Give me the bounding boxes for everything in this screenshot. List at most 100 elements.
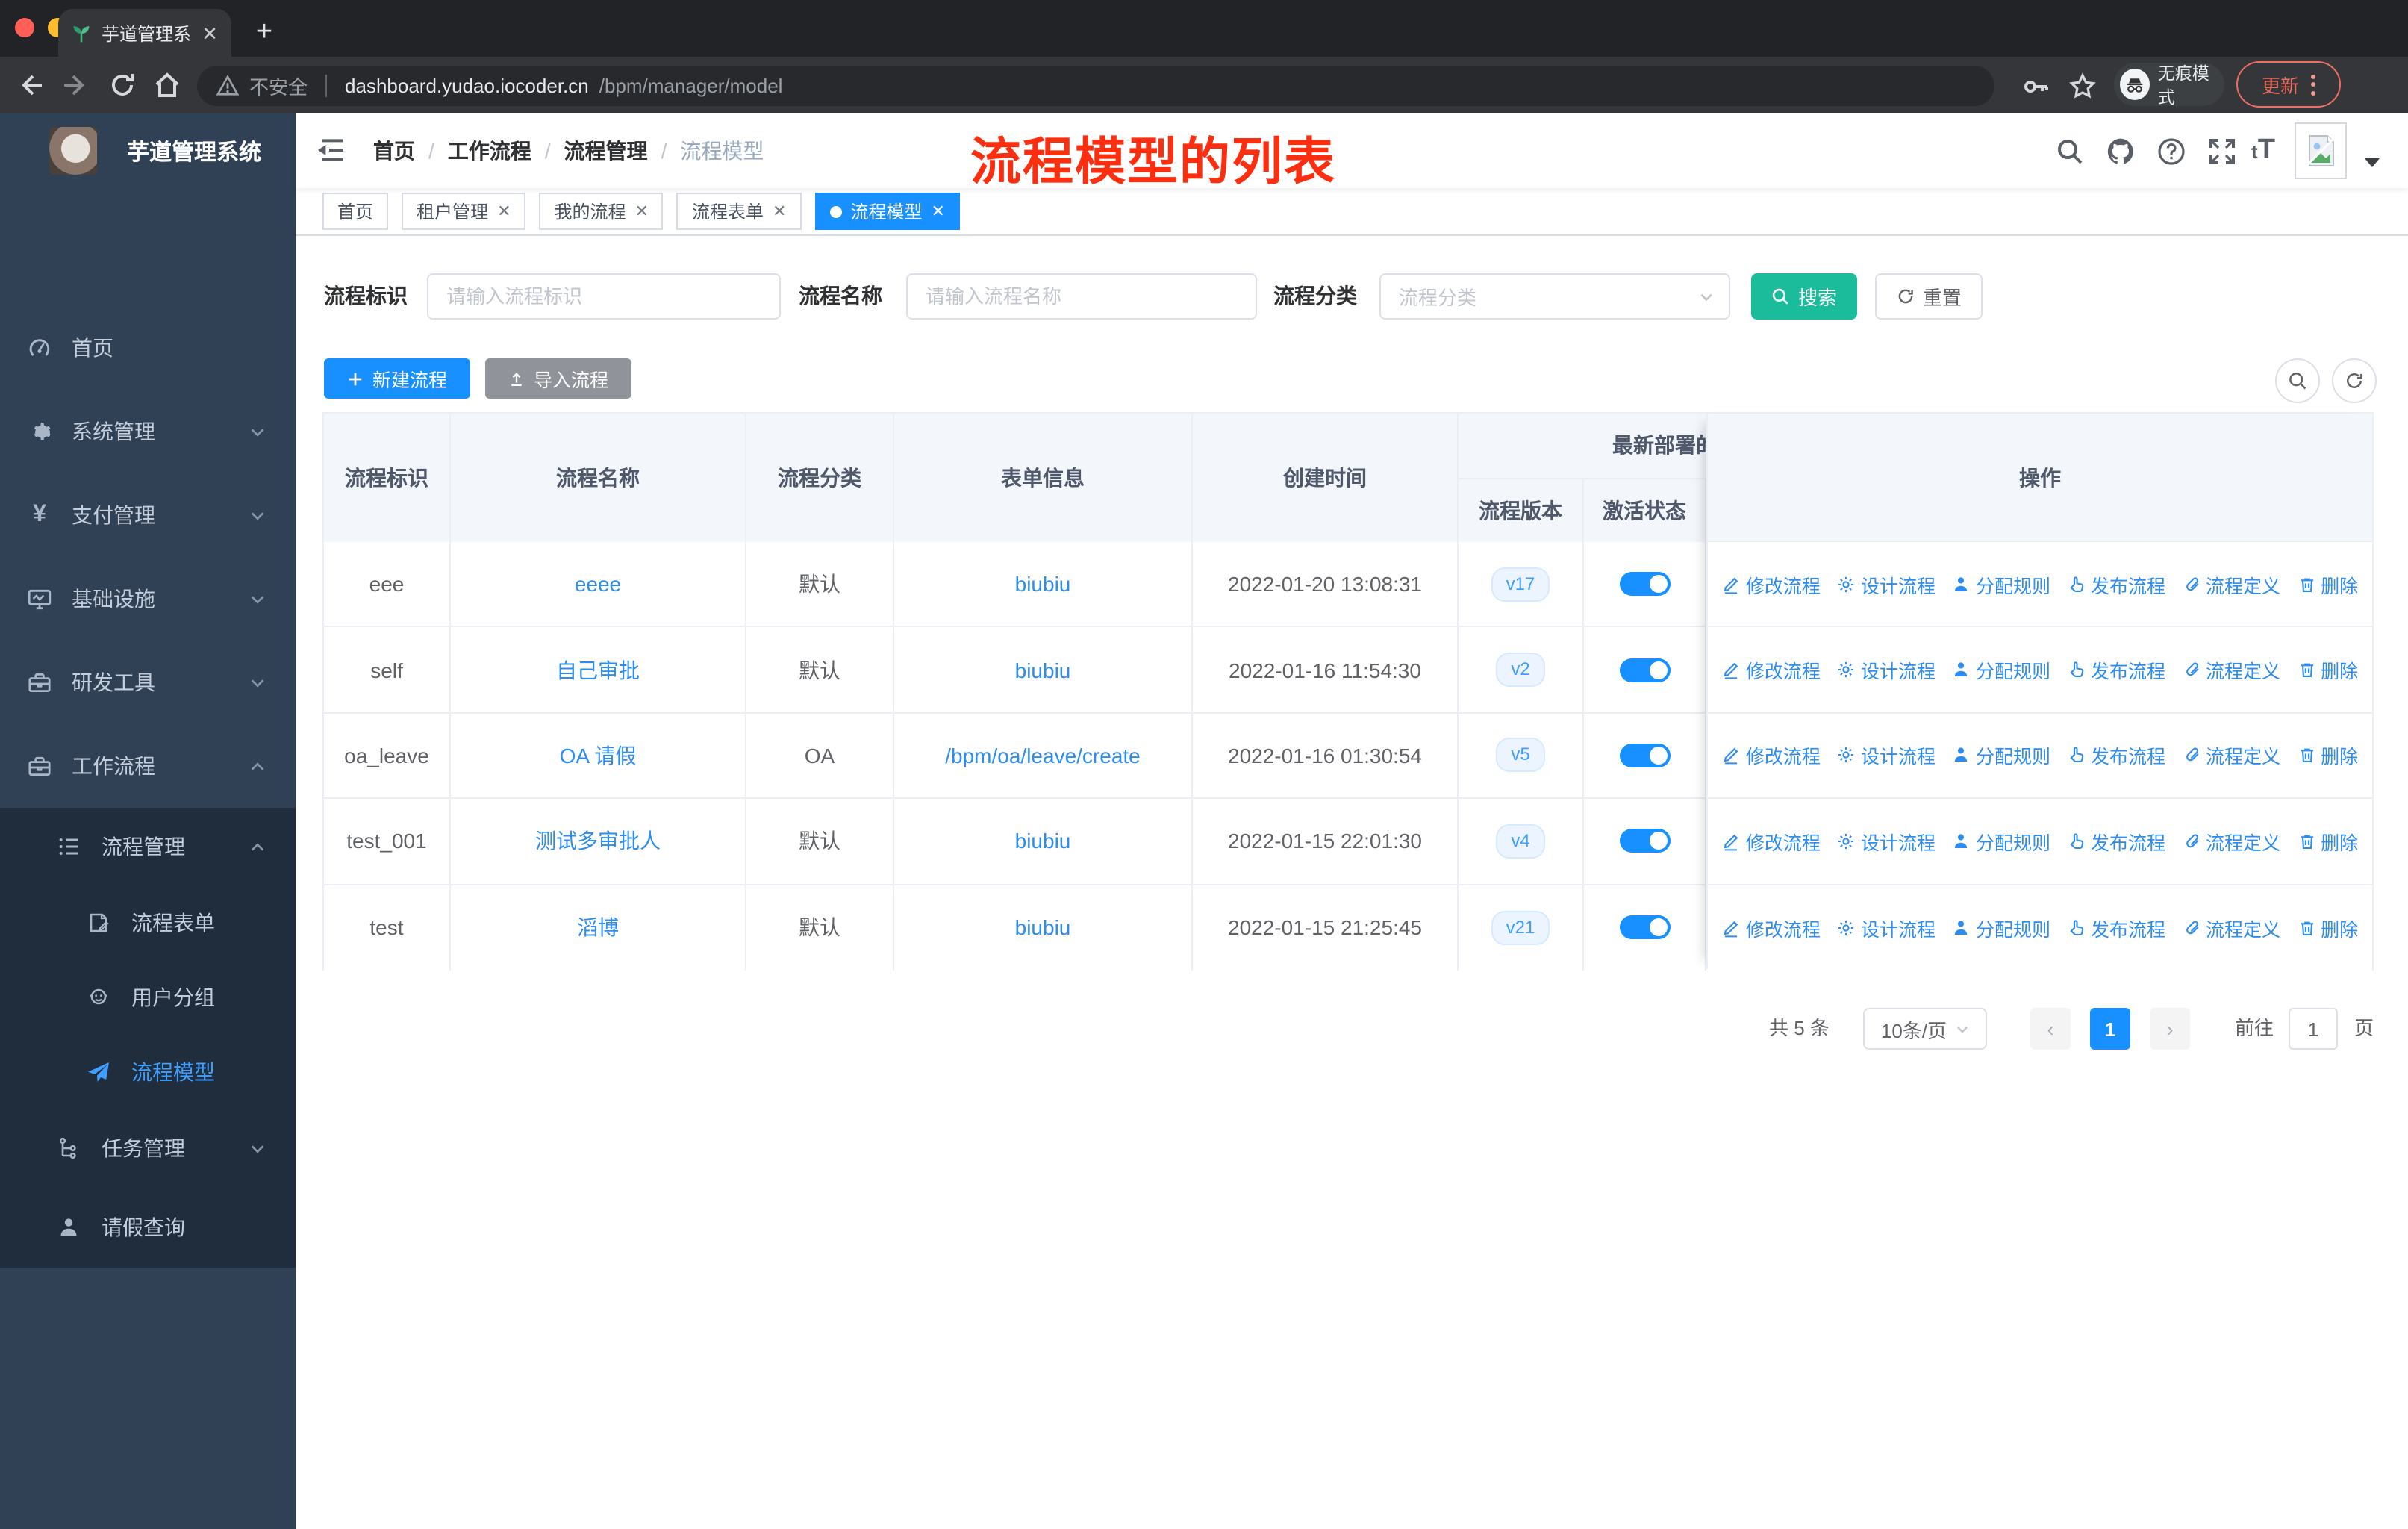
assign-rule-link[interactable]: 分配规则 <box>1952 914 2050 942</box>
search-icon[interactable] <box>2056 137 2084 166</box>
form-link[interactable]: biubiu <box>1015 572 1071 596</box>
sidebar-item-workflow[interactable]: 工作流程 <box>0 724 296 808</box>
sidebar-logo[interactable]: 芋道管理系统 <box>0 113 296 188</box>
edit-process-link[interactable]: 修改流程 <box>1722 570 1821 598</box>
import-process-button[interactable]: 导入流程 <box>485 358 631 399</box>
assign-rule-link[interactable]: 分配规则 <box>1952 741 2050 770</box>
delete-process-link[interactable]: 删除 <box>2297 741 2358 770</box>
url-bar[interactable]: 不安全 dashboard.yudao.iocoder.cn/bpm/manag… <box>197 66 1994 106</box>
avatar-caret-icon[interactable] <box>2365 158 2380 167</box>
edit-process-link[interactable]: 修改流程 <box>1722 914 1821 942</box>
publish-process-link[interactable]: 发布流程 <box>2067 741 2165 770</box>
back-icon[interactable] <box>15 70 45 100</box>
process-definition-link[interactable]: 流程定义 <box>2182 827 2280 856</box>
sidebar-item-task-management[interactable]: 任务管理 <box>0 1109 296 1187</box>
breadcrumb-home[interactable]: 首页 <box>373 136 415 166</box>
process-name-link[interactable]: 测试多审批人 <box>535 826 661 856</box>
close-icon[interactable]: ✕ <box>635 202 649 221</box>
close-icon[interactable]: ✕ <box>773 202 786 221</box>
process-name-link[interactable]: 自己审批 <box>556 655 640 685</box>
close-icon[interactable]: ✕ <box>497 202 511 221</box>
design-process-link[interactable]: 设计流程 <box>1837 570 1936 598</box>
sidebar-item-leave-query[interactable]: 请假查询 <box>0 1187 296 1268</box>
process-category-select[interactable]: 流程分类 <box>1379 273 1730 320</box>
reset-button[interactable]: 重置 <box>1875 273 1983 320</box>
browser-tab[interactable]: 芋道管理系统 ✕ <box>58 9 231 57</box>
design-process-link[interactable]: 设计流程 <box>1837 914 1936 942</box>
form-link[interactable]: biubiu <box>1015 829 1071 853</box>
edit-process-link[interactable]: 修改流程 <box>1722 827 1821 856</box>
sidebar-item-user-group[interactable]: 用户分组 <box>0 960 296 1035</box>
browser-update-button[interactable]: 更新 <box>2236 61 2341 108</box>
tag-process-model[interactable]: 流程模型 ✕ <box>814 193 960 230</box>
form-link[interactable]: biubiu <box>1015 916 1071 940</box>
edit-process-link[interactable]: 修改流程 <box>1722 741 1821 770</box>
process-key-input[interactable] <box>427 273 781 320</box>
delete-process-link[interactable]: 删除 <box>2297 655 2358 684</box>
tag-home[interactable]: 首页 <box>322 193 389 230</box>
help-icon[interactable] <box>2157 137 2186 166</box>
sidebar-item-infra[interactable]: 基础设施 <box>0 557 296 641</box>
create-process-button[interactable]: 新建流程 <box>324 358 470 399</box>
font-size-icon[interactable]: tT <box>2251 134 2275 167</box>
tab-close-icon[interactable]: ✕ <box>202 23 218 43</box>
process-name-link[interactable]: eeee <box>575 572 621 596</box>
process-definition-link[interactable]: 流程定义 <box>2182 741 2280 770</box>
form-link[interactable]: /bpm/oa/leave/create <box>945 744 1141 767</box>
sidebar-item-payment[interactable]: ¥ 支付管理 <box>0 473 296 557</box>
publish-process-link[interactable]: 发布流程 <box>2067 914 2165 942</box>
delete-process-link[interactable]: 删除 <box>2297 570 2358 598</box>
sidebar-item-process-form[interactable]: 流程表单 <box>0 885 296 960</box>
page-size-select[interactable]: 10条/页 <box>1863 1008 1987 1050</box>
new-tab-button[interactable]: + <box>245 13 284 52</box>
close-icon[interactable]: ✕ <box>931 202 944 221</box>
browser-menu-icon[interactable] <box>2311 74 2315 95</box>
design-process-link[interactable]: 设计流程 <box>1837 655 1936 684</box>
forward-icon[interactable] <box>61 70 91 100</box>
process-name-link[interactable]: 滔博 <box>577 913 619 943</box>
active-toggle[interactable] <box>1619 658 1670 682</box>
home-icon[interactable] <box>152 70 182 100</box>
assign-rule-link[interactable]: 分配规则 <box>1952 570 2050 598</box>
process-definition-link[interactable]: 流程定义 <box>2182 570 2280 598</box>
reload-icon[interactable] <box>107 70 137 100</box>
delete-process-link[interactable]: 删除 <box>2297 827 2358 856</box>
active-toggle[interactable] <box>1619 915 1670 940</box>
process-definition-link[interactable]: 流程定义 <box>2182 914 2280 942</box>
assign-rule-link[interactable]: 分配规则 <box>1952 655 2050 684</box>
active-toggle[interactable] <box>1619 829 1670 853</box>
current-page[interactable]: 1 <box>2090 1008 2130 1050</box>
form-link[interactable]: biubiu <box>1015 658 1071 682</box>
sidebar-item-home[interactable]: 首页 <box>0 306 296 390</box>
edit-process-link[interactable]: 修改流程 <box>1722 655 1821 684</box>
prev-page-button[interactable]: ‹ <box>2030 1008 2071 1050</box>
delete-process-link[interactable]: 删除 <box>2297 914 2358 942</box>
collapse-sidebar-icon[interactable] <box>316 137 345 163</box>
fullscreen-icon[interactable] <box>2208 137 2236 166</box>
github-icon[interactable] <box>2106 137 2135 166</box>
avatar[interactable] <box>2295 122 2347 179</box>
bookmark-star-icon[interactable] <box>2068 72 2097 102</box>
key-icon[interactable] <box>2021 72 2051 102</box>
sidebar-item-process-model[interactable]: 流程模型 <box>0 1035 296 1109</box>
design-process-link[interactable]: 设计流程 <box>1837 741 1936 770</box>
goto-page-input[interactable] <box>2289 1008 2338 1050</box>
assign-rule-link[interactable]: 分配规则 <box>1952 827 2050 856</box>
process-name-input[interactable] <box>906 273 1257 320</box>
process-definition-link[interactable]: 流程定义 <box>2182 655 2280 684</box>
active-toggle[interactable] <box>1619 572 1670 597</box>
tag-my-process[interactable]: 我的流程 ✕ <box>539 193 664 230</box>
active-toggle[interactable] <box>1619 743 1670 767</box>
sidebar-item-process-management[interactable]: 流程管理 <box>0 808 296 885</box>
sidebar-item-devtools[interactable]: 研发工具 <box>0 641 296 724</box>
show-search-button[interactable] <box>2275 358 2320 403</box>
design-process-link[interactable]: 设计流程 <box>1837 827 1936 856</box>
process-name-link[interactable]: OA 请假 <box>560 741 637 770</box>
close-window-button[interactable] <box>15 18 34 37</box>
breadcrumb-workflow[interactable]: 工作流程 <box>448 136 531 166</box>
tag-process-form[interactable]: 流程表单 ✕ <box>676 193 802 230</box>
publish-process-link[interactable]: 发布流程 <box>2067 570 2165 598</box>
publish-process-link[interactable]: 发布流程 <box>2067 827 2165 856</box>
breadcrumb-process-management[interactable]: 流程管理 <box>564 136 648 166</box>
tag-tenant[interactable]: 租户管理 ✕ <box>402 193 526 230</box>
